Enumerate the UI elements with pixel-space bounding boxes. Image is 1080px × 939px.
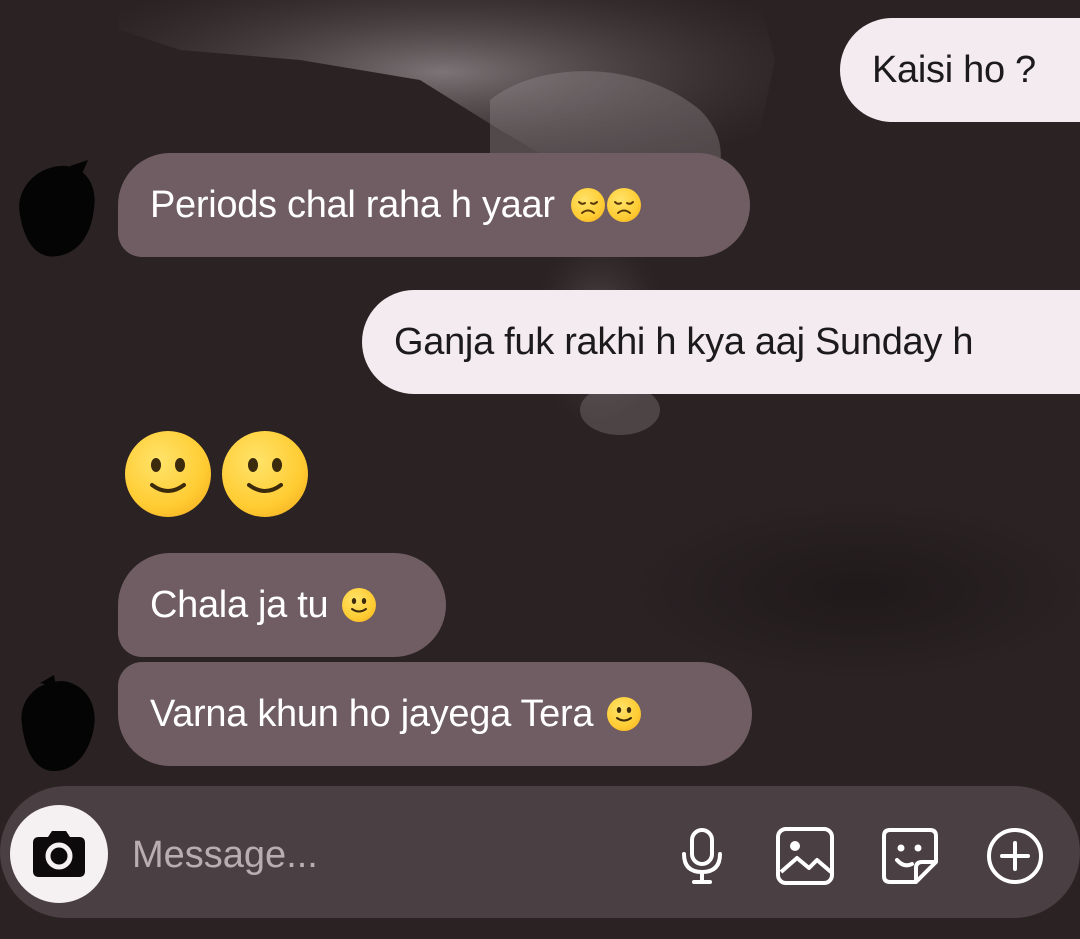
- message-input[interactable]: [130, 826, 634, 884]
- message-bubble-incoming[interactable]: Periods chal raha h yaar: [118, 153, 750, 257]
- message-text: Ganja fuk rakhi h kya aaj Sunday h: [394, 320, 974, 363]
- message-text: Varna khun ho jayega Tera: [150, 692, 594, 735]
- chat-screen: Kaisi ho ? Periods chal raha h yaar Ganj…: [0, 0, 1080, 939]
- message-composer: [0, 786, 1080, 918]
- plus-circle-icon[interactable]: [985, 826, 1045, 886]
- message-bubble-incoming[interactable]: Varna khun ho jayega Tera: [118, 662, 752, 766]
- contact-avatar-redacted: [19, 160, 95, 257]
- message-text: Periods chal raha h yaar: [150, 183, 555, 226]
- message-text: Kaisi ho ?: [872, 48, 1036, 91]
- camera-icon: [33, 831, 85, 877]
- contact-avatar-redacted: [21, 675, 95, 771]
- slightly-smiling-face-emoji[interactable]: [125, 431, 211, 517]
- slightly-smiling-face-emoji: [342, 588, 377, 622]
- message-bubble-outgoing[interactable]: Kaisi ho ?: [840, 18, 1080, 122]
- disappointed-face-emoji: [606, 188, 641, 222]
- message-bubble-incoming[interactable]: Chala ja tu: [118, 553, 446, 657]
- message-bubble-outgoing[interactable]: Ganja fuk rakhi h kya aaj Sunday h: [362, 290, 1080, 394]
- sticker-icon[interactable]: [880, 826, 940, 886]
- gallery-icon[interactable]: [775, 826, 835, 886]
- message-text: Chala ja tu: [150, 583, 329, 626]
- slightly-smiling-face-emoji: [607, 697, 642, 731]
- microphone-icon[interactable]: [672, 826, 732, 886]
- disappointed-face-emoji: [570, 188, 605, 222]
- slightly-smiling-face-emoji[interactable]: [222, 431, 308, 517]
- camera-button[interactable]: [10, 805, 108, 903]
